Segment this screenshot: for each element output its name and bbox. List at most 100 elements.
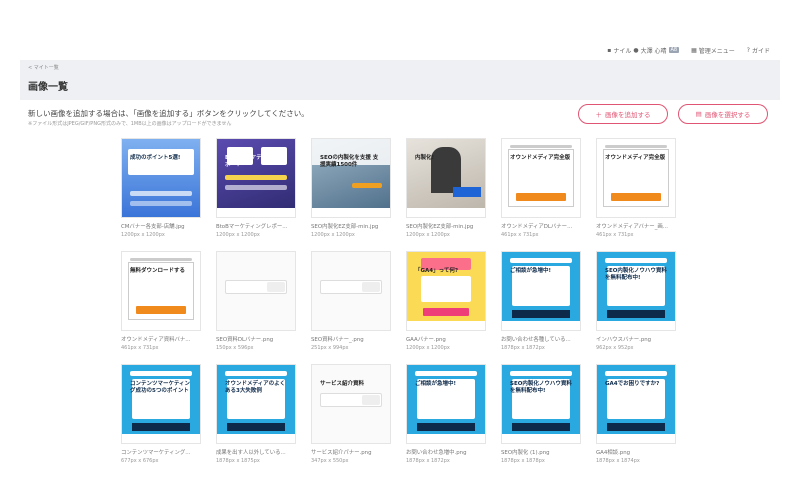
image-filename: お問い合わせ各種している... xyxy=(501,337,571,343)
image-dimensions: 461px x 731px xyxy=(596,232,634,238)
image-tile[interactable]: ご相談が急増中! お問い合わせ急増中.png 1878px x 1872px xyxy=(406,364,486,464)
image-tile[interactable]: オウンドメディアのよくある3大失敗例成果を出す人以外している... 1878px … xyxy=(216,364,296,464)
guide-label: ガイド xyxy=(751,47,770,55)
thumbnail-headline: 成功のポイント5選! xyxy=(130,155,181,161)
image-tile[interactable]: BtoBマーケティングレポート BtoBマーケティングレポー... 1200px x… xyxy=(216,138,296,238)
image-tile[interactable]: SEO資料バナー_.png 251px x 994px xyxy=(311,251,391,351)
user-icon: ● xyxy=(633,46,639,54)
image-dimensions: 251px x 994px xyxy=(311,345,349,351)
grid-icon: ▦ xyxy=(691,46,697,54)
thumbnail-headline: BtoBマーケティングレポート xyxy=(225,155,284,168)
image-thumbnail[interactable]: 「GA4」って何? xyxy=(406,251,486,331)
image-thumbnail[interactable]: オウンドメディア完全版 xyxy=(501,138,581,218)
thumbnail-headline: オウンドメディア完全版 xyxy=(510,155,571,161)
image-thumbnail[interactable]: SEOの内製化を支援 支援実績1500件 xyxy=(311,138,391,218)
image-thumbnail[interactable]: ご相談が急増中! xyxy=(501,251,581,331)
admin-menu-link[interactable]: ▦ 管理メニュー xyxy=(691,46,735,55)
add-image-label: 画像を追加する xyxy=(605,112,651,119)
image-tile[interactable]: 成功のポイント5選! CMバナー各支部-店舗.jpg 1200px x 1200px xyxy=(121,138,201,238)
image-thumbnail[interactable]: 成功のポイント5選! xyxy=(121,138,201,218)
thumbnail-headline: SEOの内製化を支援 支援実績1500件 xyxy=(320,155,379,168)
image-tile[interactable]: ご相談が急増中! お問い合わせ各種している... 1878px x 1872px xyxy=(501,251,581,351)
breadcrumb[interactable]: < マイトー覧 xyxy=(28,64,59,71)
image-thumbnail[interactable]: オウンドメディアのよくある3大失敗例 xyxy=(216,364,296,444)
page-title: 画像一覧 xyxy=(28,82,68,93)
image-dimensions: 1878px x 1872px xyxy=(406,458,450,464)
image-tile[interactable]: 内製化! SEO内製化EZ支部-min.jpg 1200px x 1200px xyxy=(406,138,486,238)
image-tile[interactable]: SEO内製化ノウハウ資料を無料配布中! インハウスバナー.png 962px x 9… xyxy=(596,251,676,351)
select-image-button[interactable]: ▤ 画像を選択する xyxy=(678,104,768,124)
thumbnail-headline: ご相談が急増中! xyxy=(415,381,457,387)
image-filename: 成果を出す人以外している... xyxy=(216,450,286,456)
user-account[interactable]: ▪ ナイル ● 大澤 心晴 A8 xyxy=(607,46,680,55)
thumbnail-headline: SEO内製化ノウハウ資料を無料配布中! xyxy=(510,381,572,394)
image-thumbnail[interactable]: GA4でお困りですか? xyxy=(596,364,676,444)
plus-icon: ＋ xyxy=(595,112,603,119)
image-filename: SEO内製化EZ支部-min.jpg xyxy=(406,224,474,230)
image-thumbnail[interactable]: サービス紹介資料 xyxy=(311,364,391,444)
thumbnail-headline: ご相談が急増中! xyxy=(510,268,552,274)
top-bar: ▪ ナイル ● 大澤 心晴 A8 ▦ 管理メニュー ? ガイド xyxy=(607,44,770,56)
image-filename: お問い合わせ急増中.png xyxy=(406,450,467,456)
image-thumbnail[interactable]: SEO内製化ノウハウ資料を無料配布中! xyxy=(501,364,581,444)
image-thumbnail[interactable]: BtoBマーケティングレポート xyxy=(216,138,296,218)
image-tile[interactable]: サービス紹介資料サービス紹介パナー.png 347px x 550px xyxy=(311,364,391,464)
image-filename: SEO内製化 (1).png xyxy=(501,450,550,456)
image-dimensions: 1878px x 1878px xyxy=(501,458,545,464)
image-filename: BtoBマーケティングレポー... xyxy=(216,224,288,230)
image-filename: GA4相談.png xyxy=(596,450,631,456)
image-thumbnail[interactable]: SEO内製化ノウハウ資料を無料配布中! xyxy=(596,251,676,331)
image-thumbnail[interactable]: ご相談が急増中! xyxy=(406,364,486,444)
image-thumbnail[interactable]: 無料ダウンロードする xyxy=(121,251,201,331)
thumbnail-headline: オウンドメディア完全版 xyxy=(605,155,666,161)
image-dimensions: 461px x 731px xyxy=(501,232,539,238)
image-thumbnail[interactable] xyxy=(216,251,296,331)
image-tile[interactable]: 無料ダウンロードする オウンドメディア資料バナ... 461px x 731px xyxy=(121,251,201,351)
page-header: < マイトー覧 画像一覧 xyxy=(20,60,780,100)
image-dimensions: 1200px x 1200px xyxy=(121,232,165,238)
user-name: 大澤 心晴 xyxy=(640,47,667,55)
image-filename: サービス紹介パナー.png xyxy=(311,450,372,456)
image-filename: SEO資料DLバナー.png xyxy=(216,337,274,343)
thumbnail-headline: SEO内製化ノウハウ資料を無料配布中! xyxy=(605,268,667,281)
image-tile[interactable]: GA4でお困りですか? GA4相談.png 1878px x 1874px xyxy=(596,364,676,464)
image-dimensions: 1878px x 1875px xyxy=(216,458,260,464)
thumbnail-headline: 内製化! xyxy=(415,155,435,161)
image-thumbnail[interactable]: コンテンツマーケティング成功の5つのポイント xyxy=(121,364,201,444)
thumbnail-headline: 無料ダウンロードする xyxy=(130,268,186,274)
image-tile[interactable]: SEO資料DLバナー.png 150px x 596px xyxy=(216,251,296,351)
image-dimensions: 962px x 952px xyxy=(596,345,634,351)
image-dimensions: 1878px x 1872px xyxy=(501,345,545,351)
guide-link[interactable]: ? ガイド xyxy=(747,46,770,55)
image-thumbnail[interactable] xyxy=(311,251,391,331)
user-badge: A8 xyxy=(668,47,680,53)
user-app-label: ナイル xyxy=(613,47,632,55)
image-tile[interactable]: 「GA4」って何? GAAバナー.png 1200px x 1200px xyxy=(406,251,486,351)
image-dimensions: 1200px x 1200px xyxy=(406,345,450,351)
thumbnail-headline: 「GA4」って何? xyxy=(415,268,459,274)
thumbnail-headline: GA4でお困りですか? xyxy=(605,381,660,387)
image-filename: オウンドメディアDLバナー... xyxy=(501,224,573,230)
image-filename: インハウスバナー.png xyxy=(596,337,652,343)
image-dimensions: 150px x 596px xyxy=(216,345,254,351)
admin-menu-label: 管理メニュー xyxy=(698,47,735,55)
image-icon: ▤ xyxy=(695,111,702,118)
image-dimensions: 1200px x 1200px xyxy=(216,232,260,238)
image-tile[interactable]: SEOの内製化を支援 支援実績1500件 SEO内製化EZ支部-min.jpg 12… xyxy=(311,138,391,238)
add-image-button[interactable]: ＋ 画像を追加する xyxy=(578,104,668,124)
image-tile[interactable]: SEO内製化ノウハウ資料を無料配布中! SEO内製化 (1).png 1878px … xyxy=(501,364,581,464)
image-tile[interactable]: オウンドメディア完全版 オウンドメディアバナー_画... 461px x 731px xyxy=(596,138,676,238)
image-filename: SEO内製化EZ支部-min.jpg xyxy=(311,224,379,230)
image-filename: オウンドメディア資料バナ... xyxy=(121,337,191,343)
image-filename: コンテンツマーケティング... xyxy=(121,450,191,456)
thumbnail-headline: サービス紹介資料 xyxy=(320,381,365,387)
image-thumbnail[interactable]: 内製化! xyxy=(406,138,486,218)
image-tile[interactable]: オウンドメディア完全版オウンドメディアDLバナー... 461px x 731px xyxy=(501,138,581,238)
building-icon: ▪ xyxy=(607,46,612,54)
image-thumbnail[interactable]: オウンドメディア完全版 xyxy=(596,138,676,218)
select-image-label: 画像を選択する xyxy=(704,112,751,119)
image-dimensions: 347px x 550px xyxy=(311,458,349,464)
image-filename: SEO資料バナー_.png xyxy=(311,337,364,343)
image-tile[interactable]: コンテンツマーケティング成功の5つのポイント コンテンツマーケティング... 677… xyxy=(121,364,201,464)
image-filename: CMバナー各支部-店舗.jpg xyxy=(121,224,185,230)
